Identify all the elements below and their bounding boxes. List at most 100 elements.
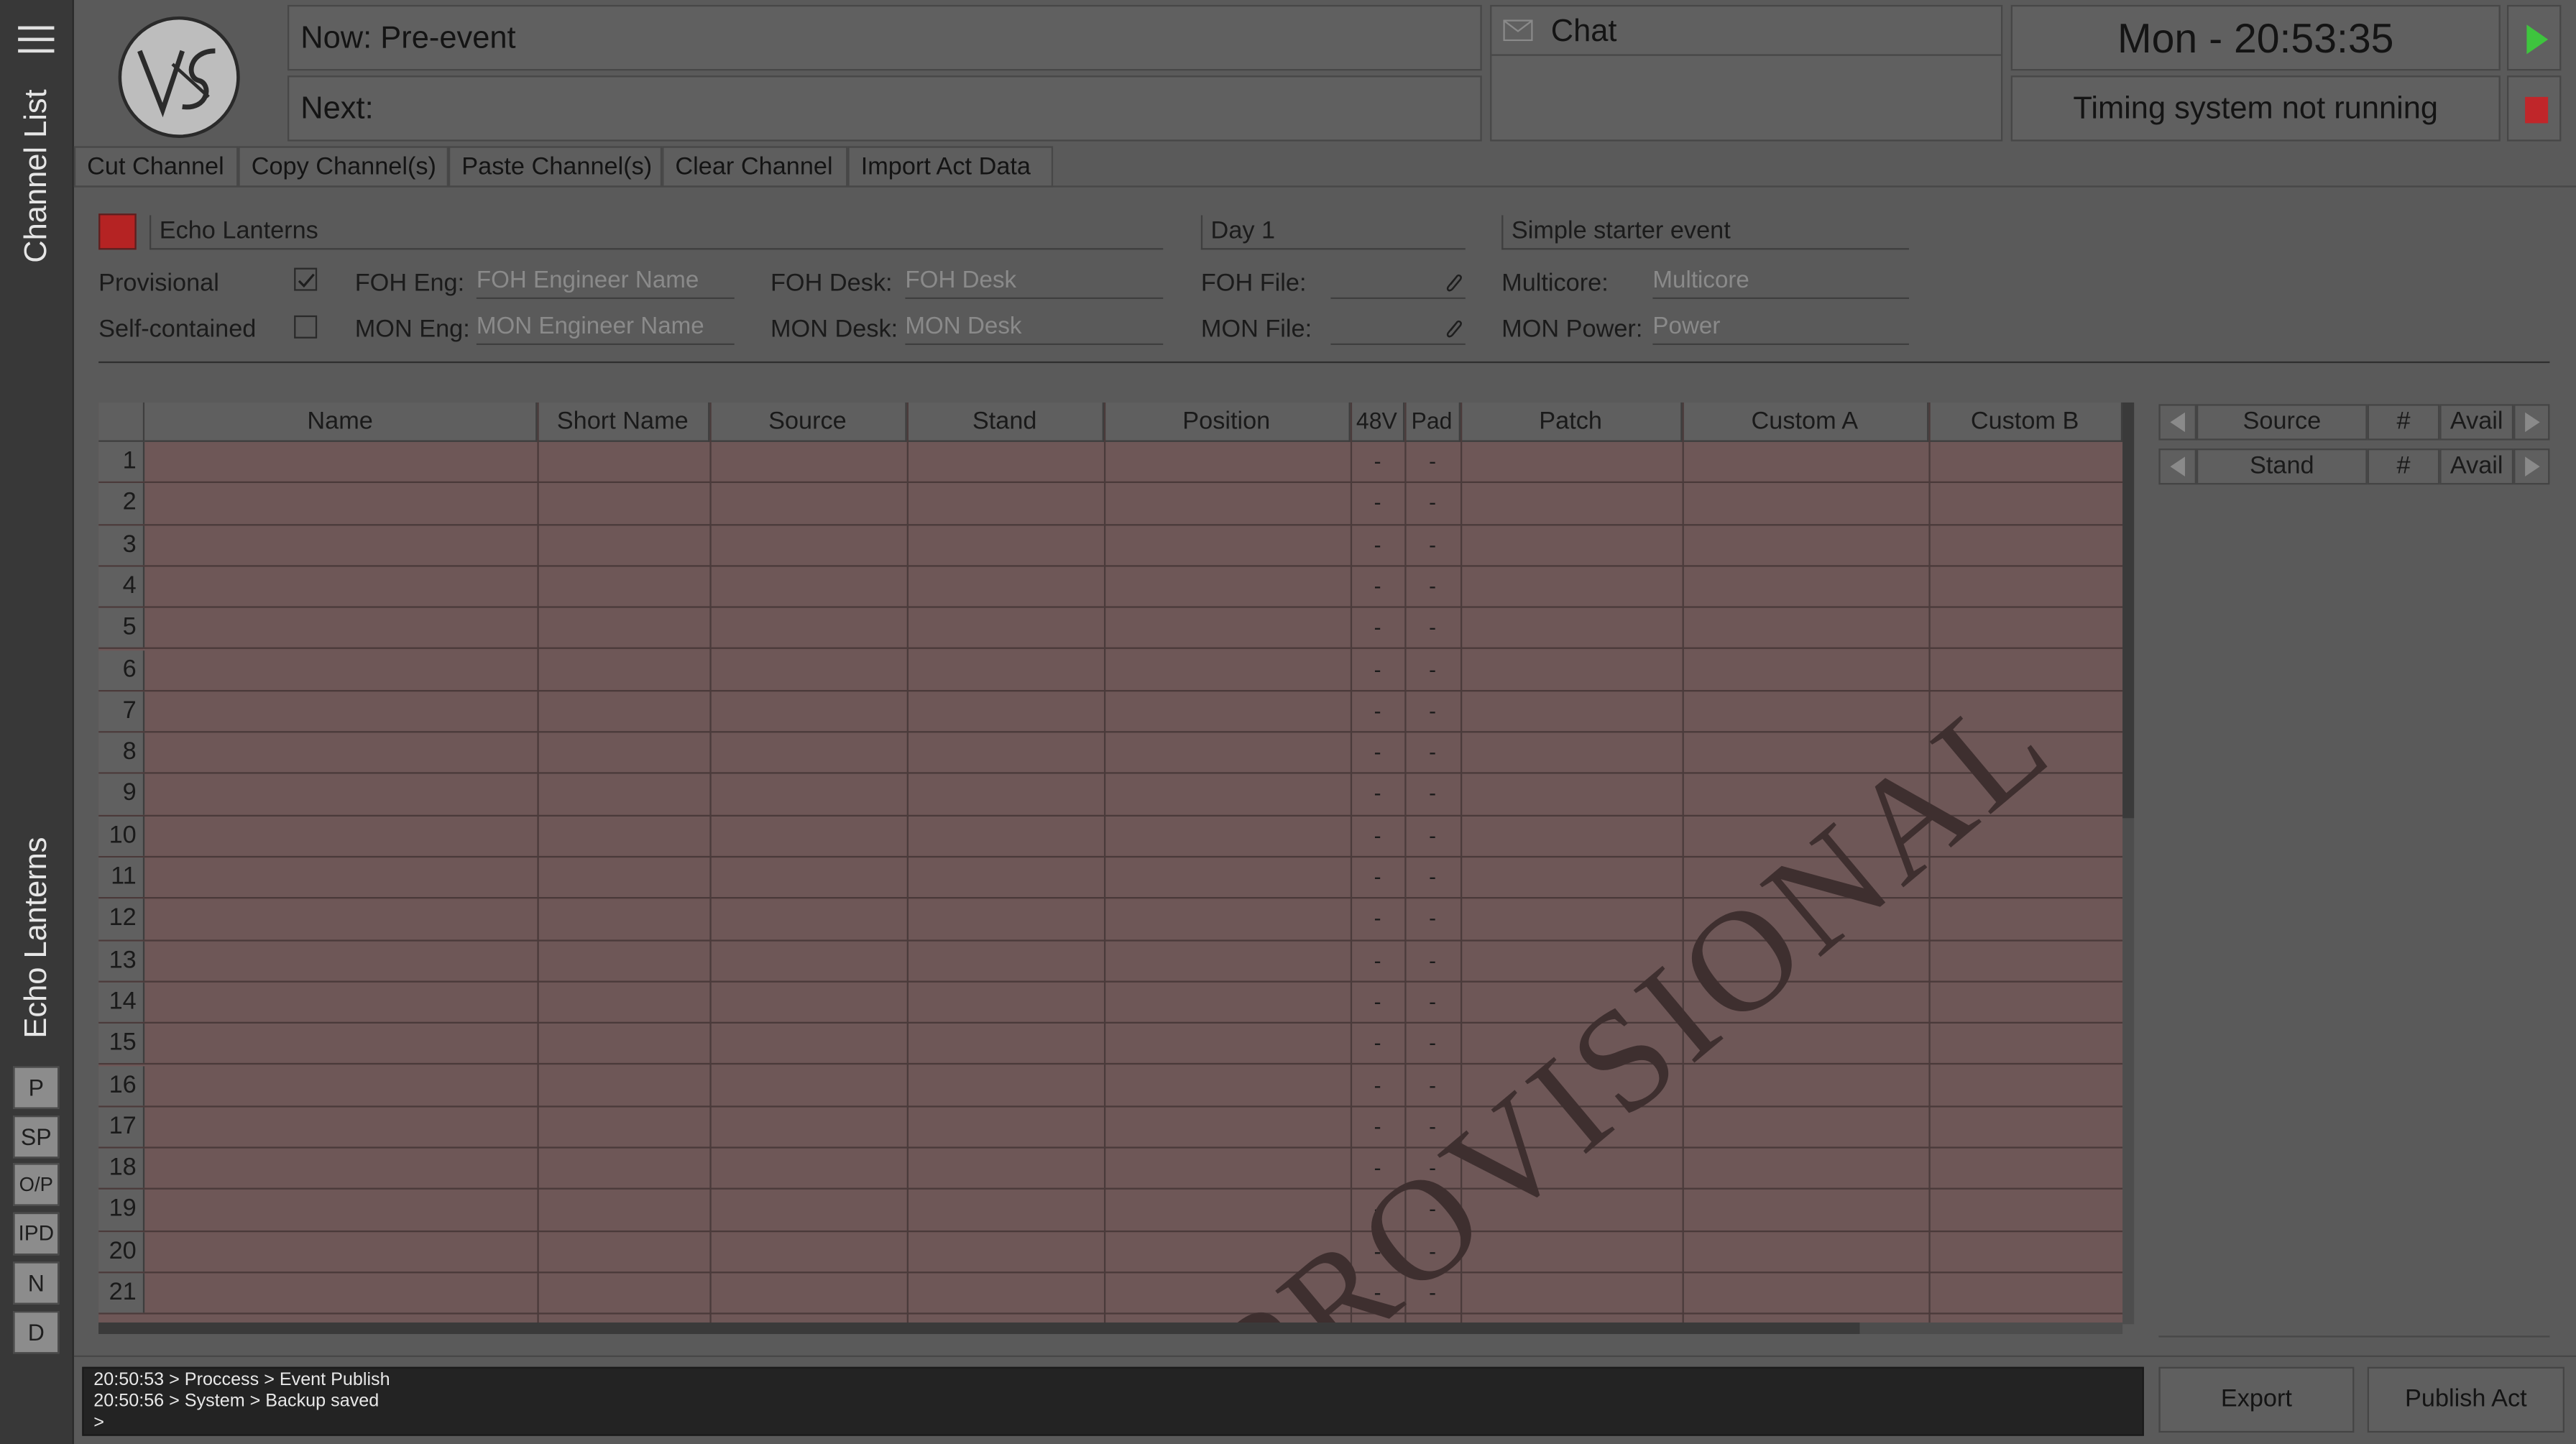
col-header-position[interactable]: Position bbox=[1103, 402, 1351, 442]
phantom-48v-cell[interactable]: - bbox=[1351, 691, 1404, 731]
table-row[interactable]: 16- - bbox=[98, 1065, 2123, 1108]
phantom-48v-cell[interactable]: - bbox=[1351, 941, 1404, 980]
row-number[interactable]: 6 bbox=[98, 649, 145, 690]
row-number[interactable]: 20 bbox=[98, 1231, 145, 1272]
row-number[interactable]: 5 bbox=[98, 608, 145, 648]
phantom-48v-cell[interactable]: - bbox=[1351, 857, 1404, 897]
phantom-48v-cell[interactable]: - bbox=[1351, 484, 1404, 523]
phantom-48v-cell[interactable]: - bbox=[1351, 816, 1404, 855]
pad-cell[interactable]: - bbox=[1404, 608, 1460, 648]
col-header-source[interactable]: Source bbox=[709, 402, 907, 442]
row-number[interactable]: 18 bbox=[98, 1148, 145, 1189]
row-number[interactable]: 9 bbox=[98, 774, 145, 814]
channel-table[interactable]: Name Short Name Source Stand Position 48… bbox=[98, 402, 2123, 1325]
col-header-short-name[interactable]: Short Name bbox=[537, 402, 710, 442]
pad-cell[interactable]: - bbox=[1404, 442, 1460, 482]
foh-desk-input[interactable]: FOH Desk bbox=[905, 266, 1164, 299]
pad-cell[interactable]: - bbox=[1404, 566, 1460, 606]
col-header-48v[interactable]: 48V bbox=[1350, 402, 1405, 442]
act-name-field[interactable]: Echo Lanterns bbox=[149, 215, 1164, 250]
table-row[interactable]: 1 -- bbox=[98, 441, 2123, 484]
row-number[interactable]: 19 bbox=[98, 1190, 145, 1231]
provisional-checkbox[interactable] bbox=[294, 267, 318, 291]
side-button-p[interactable]: P bbox=[13, 1066, 60, 1109]
row-number[interactable]: 11 bbox=[98, 857, 145, 898]
day-field[interactable]: Day 1 bbox=[1200, 215, 1466, 250]
row-number[interactable]: 7 bbox=[98, 691, 145, 732]
source-next-button[interactable] bbox=[2513, 404, 2550, 441]
mon-power-input[interactable]: Power bbox=[1652, 312, 1909, 345]
phantom-48v-cell[interactable]: - bbox=[1351, 1107, 1404, 1146]
row-number[interactable]: 21 bbox=[98, 1273, 145, 1313]
table-row[interactable]: 17- - bbox=[98, 1107, 2123, 1149]
row-number[interactable]: 16 bbox=[98, 1065, 145, 1105]
side-button-n[interactable]: N bbox=[13, 1261, 60, 1305]
pad-cell[interactable]: - bbox=[1404, 774, 1460, 814]
pad-cell[interactable]: - bbox=[1404, 484, 1460, 523]
row-number[interactable]: 15 bbox=[98, 1024, 145, 1064]
clear-channel-button[interactable]: Clear Channel bbox=[662, 146, 848, 188]
paste-channels-button[interactable]: Paste Channel(s) bbox=[448, 146, 663, 188]
pad-cell[interactable]: - bbox=[1404, 857, 1460, 897]
pad-cell[interactable]: - bbox=[1404, 650, 1460, 689]
pad-cell[interactable]: - bbox=[1404, 1024, 1460, 1063]
side-button-d[interactable]: D bbox=[13, 1310, 60, 1354]
phantom-48v-cell[interactable]: - bbox=[1351, 650, 1404, 689]
table-row[interactable]: 18- - bbox=[98, 1148, 2123, 1190]
vertical-scrollbar[interactable] bbox=[2122, 402, 2135, 1325]
copy-channels-button[interactable]: Copy Channel(s) bbox=[238, 146, 448, 188]
pad-cell[interactable]: - bbox=[1404, 691, 1460, 731]
row-number[interactable]: 2 bbox=[98, 483, 145, 524]
phantom-48v-cell[interactable]: - bbox=[1351, 774, 1404, 814]
side-button-ipd[interactable]: IPD bbox=[13, 1212, 60, 1256]
phantom-48v-cell[interactable]: - bbox=[1351, 1065, 1404, 1105]
phantom-48v-cell[interactable]: - bbox=[1351, 442, 1404, 482]
row-number[interactable]: 4 bbox=[98, 566, 145, 607]
pad-cell[interactable]: - bbox=[1404, 816, 1460, 855]
col-header-pad[interactable]: Pad bbox=[1404, 402, 1460, 442]
table-row[interactable]: 8 -- bbox=[98, 732, 2123, 775]
act-color-swatch[interactable] bbox=[98, 213, 137, 250]
menu-icon[interactable] bbox=[0, 13, 74, 63]
foh-eng-input[interactable]: FOH Engineer Name bbox=[476, 266, 735, 299]
source-prev-button[interactable] bbox=[2158, 404, 2196, 441]
table-row[interactable]: 7 -- bbox=[98, 691, 2123, 733]
row-number[interactable]: 14 bbox=[98, 982, 145, 1023]
table-row[interactable]: 2 -- bbox=[98, 483, 2123, 525]
phantom-48v-cell[interactable]: - bbox=[1351, 733, 1404, 773]
table-row[interactable]: 5 -- bbox=[98, 608, 2123, 650]
pad-cell[interactable]: - bbox=[1404, 899, 1460, 939]
row-number[interactable]: 10 bbox=[98, 816, 145, 856]
event-field[interactable]: Simple starter event bbox=[1501, 215, 1909, 250]
mon-desk-input[interactable]: MON Desk bbox=[905, 312, 1164, 345]
mon-eng-input[interactable]: MON Engineer Name bbox=[476, 312, 735, 345]
table-row[interactable]: 19- - bbox=[98, 1190, 2123, 1232]
row-number[interactable]: 13 bbox=[98, 940, 145, 981]
phantom-48v-cell[interactable]: - bbox=[1351, 608, 1404, 648]
col-header-custom-a[interactable]: Custom A bbox=[1682, 402, 1929, 442]
play-button[interactable] bbox=[2506, 4, 2562, 71]
col-header-name[interactable]: Name bbox=[144, 402, 538, 442]
pad-cell[interactable]: - bbox=[1404, 733, 1460, 773]
phantom-48v-cell[interactable]: - bbox=[1351, 1024, 1404, 1063]
row-number[interactable]: 8 bbox=[98, 732, 145, 773]
stand-prev-button[interactable] bbox=[2158, 448, 2196, 485]
chat-panel[interactable]: Chat bbox=[1490, 4, 2003, 142]
table-row[interactable]: 20- - bbox=[98, 1231, 2123, 1274]
table-row[interactable]: 15 - - bbox=[98, 1024, 2123, 1066]
table-row[interactable]: 6 -- bbox=[98, 649, 2123, 691]
attach-icon[interactable] bbox=[1444, 318, 1463, 341]
col-header-patch[interactable]: Patch bbox=[1460, 402, 1683, 442]
side-button-op[interactable]: O/P bbox=[13, 1163, 60, 1206]
phantom-48v-cell[interactable]: - bbox=[1351, 566, 1404, 606]
stop-button[interactable] bbox=[2506, 75, 2562, 142]
table-row[interactable]: 3 -- bbox=[98, 525, 2123, 567]
phantom-48v-cell[interactable]: - bbox=[1351, 983, 1404, 1022]
self-contained-checkbox[interactable] bbox=[294, 315, 318, 339]
import-act-data-button[interactable]: Import Act Data bbox=[847, 146, 1054, 188]
publish-act-button[interactable]: Publish Act bbox=[2367, 1366, 2564, 1433]
table-row[interactable]: 21- - bbox=[98, 1273, 2123, 1315]
cut-channel-button[interactable]: Cut Channel bbox=[73, 146, 239, 188]
pad-cell[interactable]: - bbox=[1404, 941, 1460, 980]
col-header-stand[interactable]: Stand bbox=[906, 402, 1104, 442]
